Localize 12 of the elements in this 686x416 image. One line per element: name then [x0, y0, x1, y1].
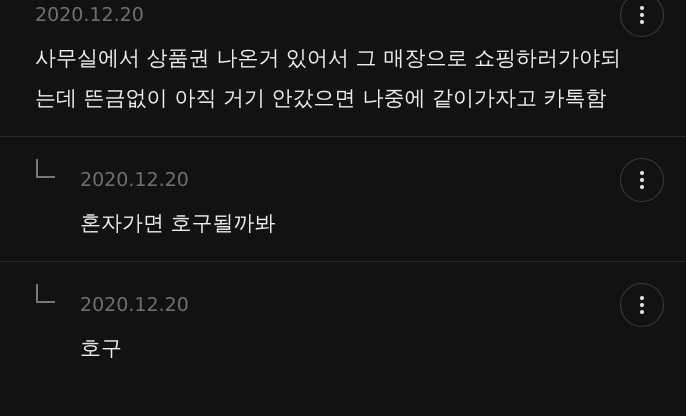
comment-text: 사무실에서 상품권 나온거 있어서 그 매장으로 쇼핑하러가야되는데 뜬금없이 아직 거기 안갔으면 나중에 같이가자고 카톡함	[35, 45, 622, 112]
comment-date: 2020.12.20	[35, 4, 144, 26]
comment-text: 호구	[80, 335, 123, 362]
more-icon	[640, 296, 644, 314]
more-button[interactable]	[620, 158, 664, 202]
more-button[interactable]	[620, 283, 664, 327]
more-icon	[640, 171, 644, 189]
comment-date: 2020.12.20	[80, 294, 189, 316]
more-icon	[640, 6, 644, 24]
comment-text: 혼자가면 호구될까봐	[80, 210, 277, 237]
more-button[interactable]	[620, 0, 664, 37]
comment-date: 2020.12.20	[80, 169, 189, 191]
